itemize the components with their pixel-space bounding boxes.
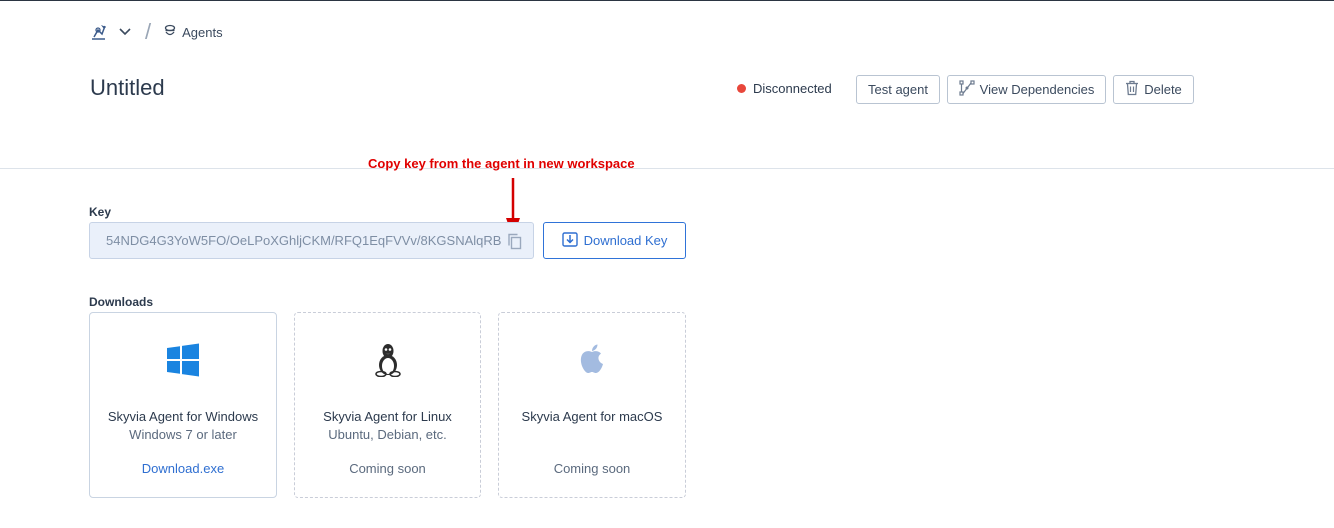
annotation-text: Copy key from the agent in new workspace <box>368 156 635 171</box>
breadcrumb-separator: / <box>145 19 152 44</box>
card-title: Skyvia Agent for Linux <box>323 409 452 424</box>
workspace-logo-icon <box>89 22 109 42</box>
windows-icon <box>90 343 276 377</box>
card-title: Skyvia Agent for Windows <box>107 409 259 424</box>
view-dependencies-label: View Dependencies <box>979 82 1095 97</box>
key-field[interactable]: 54NDG4G3YoW5FO/OeLPoXGhljCKM/RFQ1EqFVVv/… <box>89 222 534 259</box>
coming-soon-text: Coming soon <box>553 461 631 476</box>
key-label: Key <box>89 205 112 219</box>
key-value: 54NDG4G3YoW5FO/OeLPoXGhljCKM/RFQ1EqFVVv/… <box>106 233 502 248</box>
chevron-down-icon[interactable] <box>119 28 131 36</box>
header-divider <box>0 168 1334 169</box>
coming-soon-text: Coming soon <box>349 461 426 476</box>
download-key-button[interactable]: Download Key <box>543 222 686 259</box>
trash-icon <box>1125 80 1144 99</box>
breadcrumb: / Agents <box>89 20 223 44</box>
apple-icon <box>499 343 685 375</box>
linux-tux-icon <box>295 343 480 377</box>
view-dependencies-button[interactable]: View Dependencies <box>947 75 1106 104</box>
download-card-linux: Skyvia Agent for Linux Ubuntu, Debian, e… <box>294 312 481 498</box>
status-dot <box>737 84 746 93</box>
download-exe-link[interactable]: Download.exe <box>90 461 276 476</box>
download-card-windows: Skyvia Agent for Windows Windows 7 or la… <box>89 312 277 498</box>
dependencies-icon <box>959 80 980 99</box>
workspace-switcher[interactable] <box>89 22 131 42</box>
delete-button[interactable]: Delete <box>1113 75 1194 104</box>
card-subtitle: Ubuntu, Debian, etc. <box>328 427 447 442</box>
agent-icon <box>163 24 182 41</box>
download-card-macos: Skyvia Agent for macOS Coming soon <box>498 312 686 498</box>
download-icon <box>561 231 584 250</box>
top-border <box>0 0 1334 1</box>
page-title: Untitled <box>90 75 165 100</box>
status-label: Disconnected <box>753 81 832 96</box>
test-agent-button[interactable]: Test agent <box>856 75 940 104</box>
card-title: Skyvia Agent for macOS <box>521 409 663 424</box>
copy-icon[interactable] <box>507 233 523 255</box>
download-key-label: Download Key <box>583 233 668 248</box>
card-subtitle: Windows 7 or later <box>129 427 237 442</box>
delete-label: Delete <box>1144 82 1182 97</box>
breadcrumb-agents[interactable]: Agents <box>163 24 223 41</box>
breadcrumb-agents-label: Agents <box>182 24 223 40</box>
downloads-label: Downloads <box>89 295 154 309</box>
status-indicator: Disconnected <box>737 81 832 96</box>
test-agent-label: Test agent <box>868 82 928 97</box>
